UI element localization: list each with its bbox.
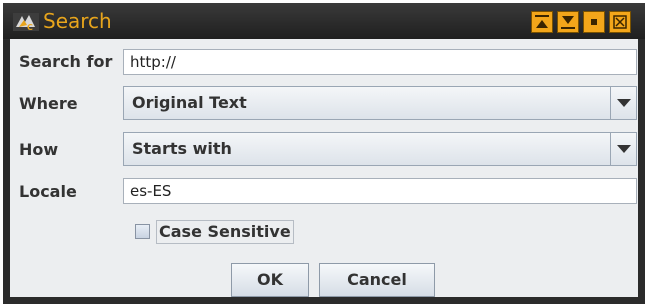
chevron-down-icon: [617, 145, 631, 153]
minimize-icon: [535, 15, 549, 28]
case-sensitive-checkbox-box[interactable]: [135, 224, 150, 239]
ok-button[interactable]: OK: [231, 263, 309, 297]
maximize-button[interactable]: [557, 11, 579, 33]
close-button[interactable]: [609, 11, 631, 33]
how-selected-value: Starts with: [132, 139, 232, 158]
cancel-button[interactable]: Cancel: [319, 263, 435, 297]
where-label: Where: [19, 94, 78, 113]
restore-button[interactable]: [583, 11, 605, 33]
svg-text:C: C: [27, 23, 33, 32]
window-title: Search: [43, 9, 112, 33]
locale-input[interactable]: [123, 178, 637, 204]
how-label: How: [19, 140, 59, 159]
search-dialog: C Search Search for http:// Where Origin…: [3, 3, 645, 304]
where-dropdown[interactable]: Original Text: [123, 86, 637, 120]
how-dropdown-button[interactable]: [610, 133, 636, 165]
chevron-down-icon: [617, 99, 631, 107]
minimize-button[interactable]: [531, 11, 553, 33]
where-dropdown-button[interactable]: [610, 87, 636, 119]
app-logo-icon: C: [13, 11, 39, 33]
locale-label: Locale: [19, 182, 77, 201]
how-dropdown[interactable]: Starts with: [123, 132, 637, 166]
search-for-input[interactable]: [123, 49, 637, 75]
search-for-label: Search for: [19, 52, 113, 71]
where-selected-value: Original Text: [132, 93, 247, 112]
maximize-icon: [561, 16, 575, 29]
restore-icon: [591, 19, 597, 25]
dialog-content: Search for Where Original Text How Start…: [10, 39, 638, 297]
close-icon: [613, 15, 627, 29]
title-bar[interactable]: C Search: [3, 3, 645, 39]
case-sensitive-label[interactable]: Case Sensitive: [156, 220, 294, 244]
